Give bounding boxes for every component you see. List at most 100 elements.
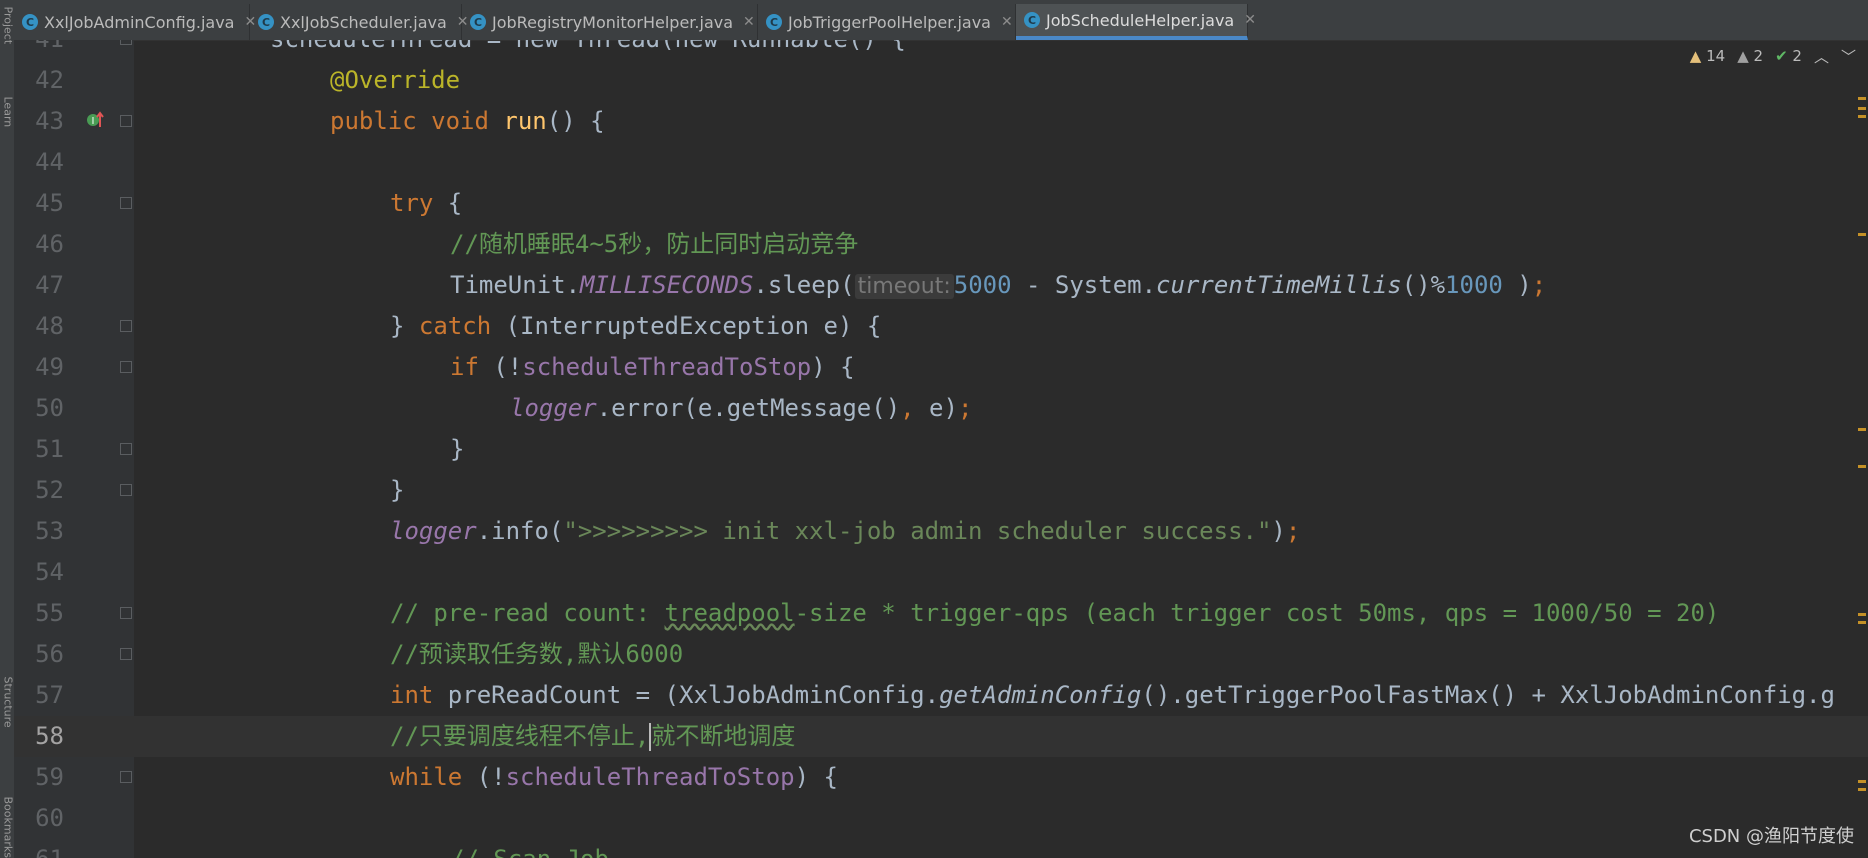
code-line: 44 [14,142,1868,183]
warning-marker[interactable] [1858,780,1866,783]
java-class-icon: C [258,14,274,30]
line-number: 45 [35,189,64,217]
code-static-method: getAdminConfig [939,681,1142,709]
typos-indicator[interactable]: ✔ 2 [1775,47,1802,65]
code-line: 55 // pre-read count: treadpool-size * t… [14,593,1868,634]
code-field: logger [390,517,477,545]
inspection-widget[interactable]: ▲ 14 ▲ 2 ✔ 2 ︿ ﹀ [1690,44,1856,68]
typos-count: 2 [1792,47,1802,65]
code-number: 1000 [1445,271,1503,299]
fold-marker[interactable] [120,484,132,496]
fold-marker[interactable] [120,443,132,455]
code-text: ) [1502,271,1532,299]
line-number: 41 [14,40,64,60]
fold-marker[interactable] [120,648,132,660]
structure-tool-button[interactable]: Structure [2,677,15,728]
code-keyword: public void [330,107,504,135]
tab-label: JobTriggerPoolHelper.java [788,12,991,32]
code-field: scheduleThreadToStop [522,353,812,381]
java-class-icon: C [766,14,782,30]
code-line: 57 int preReadCount = (XxlJobAdminConfig… [14,675,1868,716]
svg-text:I: I [92,116,95,127]
previous-highlight-button[interactable]: ︿ [1814,46,1829,67]
line-number: 49 [35,353,64,381]
weak-warnings-indicator[interactable]: ▲ 2 [1737,47,1763,65]
weak-warnings-count: 2 [1753,47,1764,65]
close-icon[interactable]: ✕ [743,14,755,30]
java-class-icon: C [22,14,38,30]
code-number: 5000 [953,271,1012,299]
code-punct: ; [957,394,973,422]
typo-highlight: treadpool [664,599,795,627]
fold-marker[interactable] [120,607,132,619]
tab-label: XxlJobScheduler.java [280,12,447,32]
code-editor[interactable]: 41 scheduleThread = new Thread(new Runna… [14,40,1868,858]
next-highlight-button[interactable]: ﹀ [1841,46,1856,67]
code-keyword: try [390,189,434,217]
code-field: logger [510,394,597,422]
code-line: 50 logger.error(e.getMessage(), e); [14,388,1868,429]
warning-marker[interactable] [1858,107,1866,110]
learn-tool-button[interactable]: Learn [2,97,15,137]
line-number: 51 [35,435,64,463]
code-line: 42 @Override [14,60,1868,101]
line-number: 57 [35,681,64,709]
error-stripe[interactable] [1858,40,1868,858]
code-text: TimeUnit. [450,271,581,299]
fold-marker[interactable] [120,771,132,783]
close-icon[interactable]: ✕ [1001,14,1013,30]
code-text: e) [929,394,958,422]
code-comment: // pre-read count: [390,599,665,627]
code-line: 47 TimeUnit.MILLISECONDS.sleep(timeout: 5… [14,265,1868,306]
code-text: (! [478,353,523,381]
code-comment: //只要调度线程不停止, [390,722,650,750]
code-comment: //预读取任务数,默认6000 [390,640,684,668]
warnings-count: 14 [1706,47,1726,65]
fold-marker[interactable] [120,197,132,209]
code-text: ) { [811,353,855,381]
warnings-indicator[interactable]: ▲ 14 [1690,47,1725,65]
warning-marker[interactable] [1858,233,1866,236]
code-keyword: int [390,681,434,709]
code-comment: -size * trigger-qps (each trigger cost 5… [794,599,1720,627]
tool-window-strip: Project Learn Structure Bookmarks [0,0,15,858]
tab-xxljobadminconfig[interactable]: C XxlJobAdminConfig.java ✕ [14,4,256,40]
warning-marker[interactable] [1858,97,1866,100]
code-text: preReadCount = (XxlJobAdminConfig. [433,681,940,709]
line-number: 43 [35,107,64,135]
code-line: 48 } catch (InterruptedException e) { [14,306,1868,347]
typo-check-icon: ✔ [1775,47,1788,65]
fold-marker[interactable] [120,40,132,45]
code-punct: ; [1531,271,1547,299]
tab-jobregistrymonitorhelper[interactable]: C JobRegistryMonitorHelper.java ✕ [462,4,758,40]
code-comment: 就不断地调度 [651,722,796,750]
code-text: (InterruptedException e) { [491,312,882,340]
tab-xxljobscheduler[interactable]: C XxlJobScheduler.java ✕ [250,4,469,40]
tab-jobtriggerpoolhelper[interactable]: C JobTriggerPoolHelper.java ✕ [758,4,1016,40]
project-tool-button[interactable]: Project [2,7,15,47]
warning-marker[interactable] [1858,428,1866,431]
bookmarks-tool-button[interactable]: Bookmarks [2,797,15,858]
line-number: 55 [35,599,64,627]
fold-marker[interactable] [120,115,132,127]
warning-marker[interactable] [1858,465,1866,468]
warning-marker[interactable] [1858,613,1866,616]
warning-marker[interactable] [1858,115,1866,118]
tab-jobschedulehelper[interactable]: C JobScheduleHelper.java ✕ [1016,4,1256,40]
code-text: scheduleThread = new Thread(new Runnable… [270,40,906,53]
line-number: 60 [35,804,64,832]
code-text: ) [1271,517,1286,545]
implements-method-icon[interactable]: I [86,111,104,129]
code-text: (! [462,763,506,791]
warning-marker[interactable] [1858,788,1866,791]
line-number: 52 [35,476,64,504]
warning-marker[interactable] [1858,621,1866,624]
line-number: 56 [35,640,64,668]
line-number: 59 [35,763,64,791]
close-icon[interactable]: ✕ [1244,12,1256,28]
code-keyword: catch [418,312,492,340]
current-code-line: 58 //只要调度线程不停止,就不断地调度 [14,716,1868,757]
code-line: 43 I public void run() { [14,101,1868,142]
fold-marker[interactable] [120,361,132,373]
fold-marker[interactable] [120,320,132,332]
